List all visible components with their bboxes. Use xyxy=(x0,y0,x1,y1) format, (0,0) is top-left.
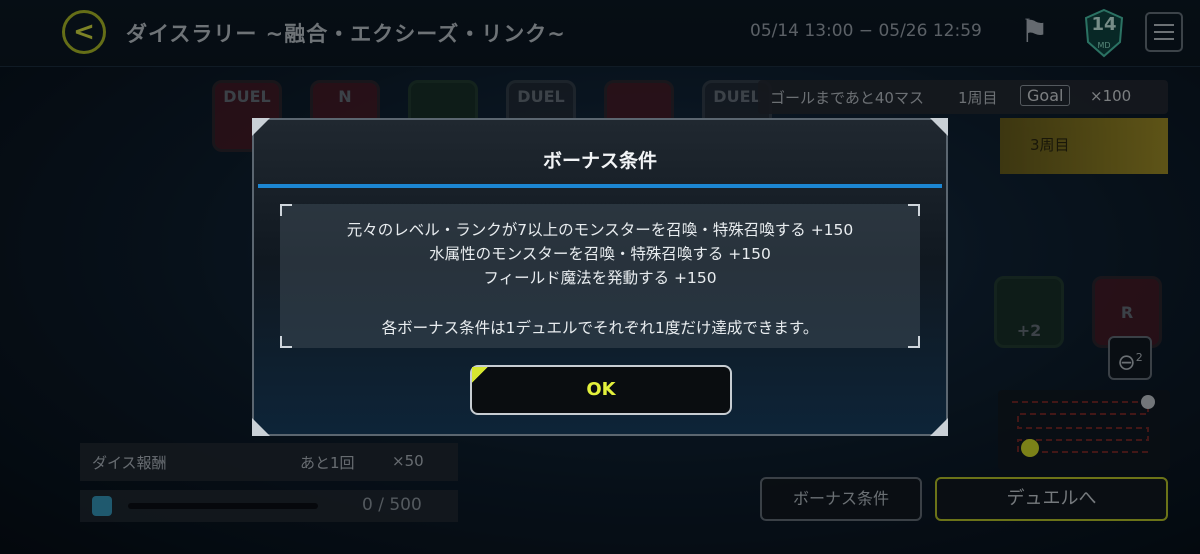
ok-button[interactable]: OK xyxy=(470,365,732,415)
corner-decoration xyxy=(252,418,270,436)
corner-decoration xyxy=(930,118,948,136)
condition-item: フィールド魔法を発動する +150 xyxy=(483,269,717,287)
bonus-conditions-dialog: ボーナス条件 元々のレベル・ランクが7以上のモンスターを召喚・特殊召喚する +1… xyxy=(252,118,948,436)
conditions-box: 元々のレベル・ランクが7以上のモンスターを召喚・特殊召喚する +150 水属性の… xyxy=(280,204,920,348)
dialog-separator xyxy=(258,184,942,188)
condition-item: 水属性のモンスターを召喚・特殊召喚する +150 xyxy=(429,245,771,263)
dialog-title: ボーナス条件 xyxy=(542,150,657,172)
ok-accent xyxy=(472,367,488,383)
conditions-note: 各ボーナス条件は1デュエルでそれぞれ1度だけ達成できます。 xyxy=(381,319,819,337)
condition-item: 元々のレベル・ランクが7以上のモンスターを召喚・特殊召喚する +150 xyxy=(346,221,854,239)
corner-decoration xyxy=(252,118,270,136)
corner-decoration xyxy=(930,418,948,436)
